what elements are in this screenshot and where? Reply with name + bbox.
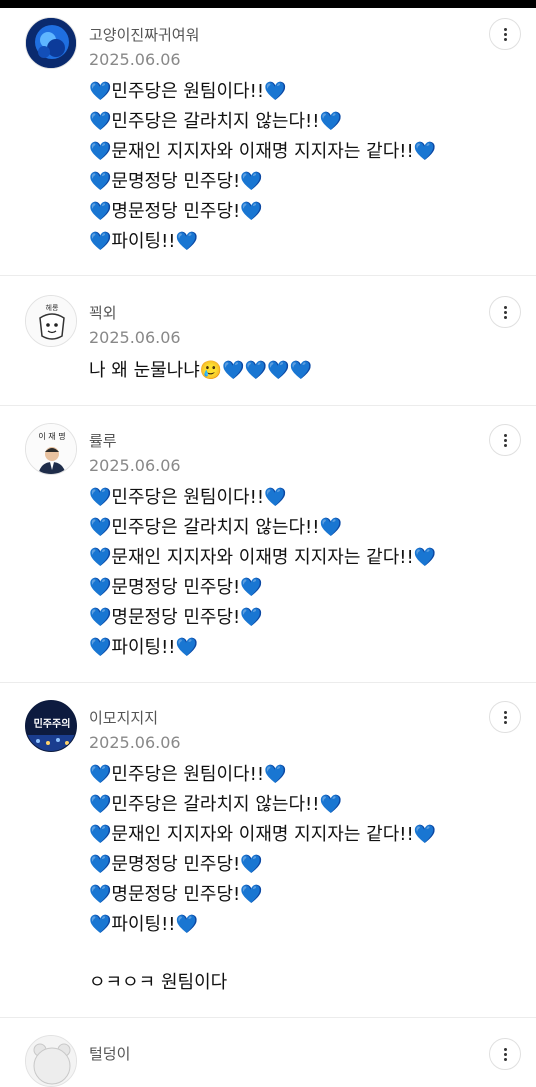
comment-line: 💙민주당은 원팀이다!!💙	[89, 81, 287, 102]
avatar-image-icon: 헤롱	[26, 296, 76, 346]
comment-body: 나 왜 눈물나냐🥲💙💙💙💙	[89, 356, 312, 386]
avatar-text: 헤롱	[46, 303, 59, 312]
comment-username[interactable]: 고양이진짜귀여워	[89, 24, 199, 45]
comment-line: 💙민주당은 갈라치지 않는다!!💙	[89, 111, 342, 132]
avatar-image-icon: 이 재 명	[26, 424, 76, 474]
comment-line: 💙명문정당 민주당!💙	[89, 607, 263, 628]
avatar-text: 이 재 명	[38, 431, 65, 441]
comment-line: 나 왜 눈물나냐🥲💙💙💙💙	[89, 360, 312, 381]
more-options-button[interactable]	[489, 701, 521, 733]
comment-line: 💙민주당은 원팀이다!!💙	[89, 764, 287, 785]
comment-line: 💙파이팅!!💙	[89, 637, 198, 658]
avatar-image-icon	[26, 18, 76, 68]
comment-line: 💙문재인 지지자와 이재명 지지자는 같다!!💙	[89, 141, 437, 162]
comment-line: 💙문재인 지지자와 이재명 지지자는 같다!!💙	[89, 547, 437, 568]
more-vertical-icon	[503, 433, 507, 437]
comment-line: 💙민주당은 갈라치지 않는다!!💙	[89, 517, 342, 538]
comment-item: 이 재 명 률루 2025.06.06 💙민주당은 원팀이다!!💙 💙민주당은 …	[0, 406, 536, 682]
comment-username[interactable]: 률루	[89, 430, 117, 451]
avatar[interactable]	[25, 1035, 77, 1087]
avatar[interactable]: 헤롱	[25, 295, 77, 347]
comment-line: 💙파이팅!!💙	[89, 914, 198, 935]
avatar-image-icon	[26, 1036, 76, 1086]
comment-line: 💙문명정당 민주당!💙	[89, 854, 263, 875]
comment-date: 2025.06.06	[89, 456, 181, 475]
comment-date: 2025.06.06	[89, 50, 181, 69]
comment-line: 💙문재인 지지자와 이재명 지지자는 같다!!💙	[89, 824, 437, 845]
comment-username[interactable]: 꾁외	[89, 302, 117, 323]
comment-date: 2025.06.06	[89, 733, 181, 752]
more-options-button[interactable]	[489, 18, 521, 50]
comment-line: 💙명문정당 민주당!💙	[89, 884, 263, 905]
comment-body: 💙민주당은 원팀이다!!💙 💙민주당은 갈라치지 않는다!!💙 💙문재인 지지자…	[89, 760, 436, 998]
avatar[interactable]: 이 재 명	[25, 423, 77, 475]
comment-line: 💙민주당은 원팀이다!!💙	[89, 487, 287, 508]
comment-username[interactable]: 털덩이	[89, 1043, 130, 1064]
comment-line: ㅇㅋㅇㅋ 원팀이다	[89, 972, 228, 993]
more-vertical-icon	[503, 710, 507, 714]
comment-line: 💙민주당은 갈라치지 않는다!!💙	[89, 794, 342, 815]
comment-date: 2025.06.06	[89, 328, 181, 347]
more-options-button[interactable]	[489, 296, 521, 328]
comment-item: 고양이진짜귀여워 2025.06.06 💙민주당은 원팀이다!!💙 💙민주당은 …	[0, 0, 536, 275]
more-options-button[interactable]	[489, 1038, 521, 1070]
comment-body: 💙민주당은 원팀이다!!💙 💙민주당은 갈라치지 않는다!!💙 💙문재인 지지자…	[89, 483, 436, 663]
more-vertical-icon	[503, 305, 507, 309]
comment-item: 헤롱 꾁외 2025.06.06 나 왜 눈물나냐🥲💙💙💙💙	[0, 276, 536, 404]
comment-username[interactable]: 이모지지지	[89, 707, 158, 728]
more-vertical-icon	[503, 1047, 507, 1051]
avatar[interactable]	[25, 17, 77, 69]
comment-line: 💙문명정당 민주당!💙	[89, 577, 263, 598]
comment-line: 💙명문정당 민주당!💙	[89, 201, 263, 222]
avatar-text: 민주주의	[34, 717, 71, 730]
comment-line: 💙문명정당 민주당!💙	[89, 171, 263, 192]
comment-line	[89, 940, 436, 968]
comment-item: 털덩이	[0, 1018, 536, 1087]
comment-line: 💙파이팅!!💙	[89, 231, 198, 252]
comment-item: 민주주의 이모지지지 2025.06.06 💙민주당은 원팀이다!!💙 💙민주당…	[0, 683, 536, 1017]
avatar[interactable]: 민주주의	[25, 700, 77, 752]
more-vertical-icon	[503, 27, 507, 31]
avatar-image-icon: 민주주의	[26, 701, 76, 751]
comment-body: 💙민주당은 원팀이다!!💙 💙민주당은 갈라치지 않는다!!💙 💙문재인 지지자…	[89, 77, 436, 257]
more-options-button[interactable]	[489, 424, 521, 456]
